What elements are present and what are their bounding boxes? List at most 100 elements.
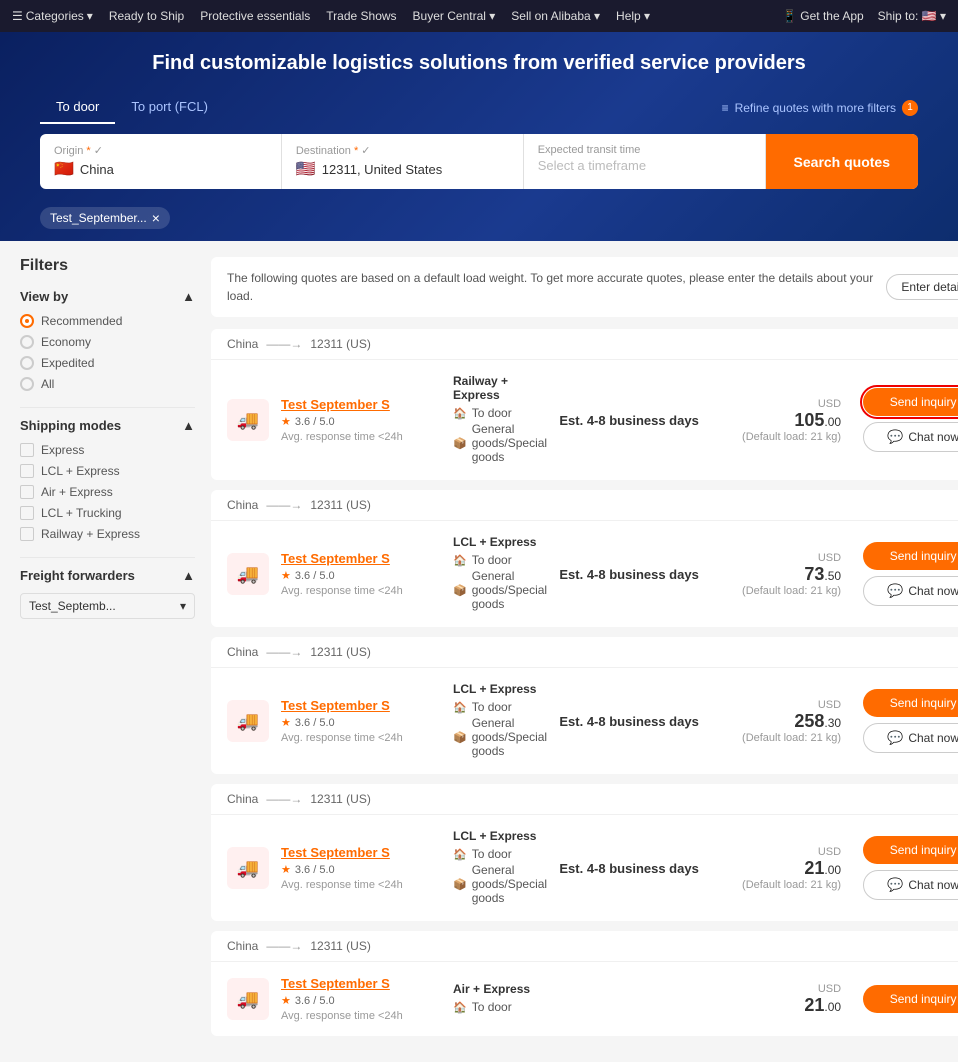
origin-flag: 🇨🇳 bbox=[54, 159, 74, 179]
route-arrow-2: ——→ bbox=[266, 645, 302, 659]
provider-info-2: Test September S ★ 3.6 / 5.0 Avg. respon… bbox=[281, 698, 441, 744]
freight-forwarders-header: Freight forwarders ▲ bbox=[20, 568, 195, 583]
price-info-0: USD 105.00 (Default load: 21 kg) bbox=[711, 398, 841, 443]
provider-info-1: Test September S ★ 3.6 / 5.0 Avg. respon… bbox=[281, 551, 441, 597]
transit-placeholder: Select a timeframe bbox=[538, 158, 646, 173]
refine-quotes-btn[interactable]: ≡ Refine quotes with more filters 1 bbox=[722, 100, 918, 116]
send-inquiry-button-0[interactable]: Send inquiry bbox=[863, 388, 958, 416]
provider-name-0[interactable]: Test September S bbox=[281, 397, 441, 412]
price-info-4: USD 21.00 bbox=[711, 983, 841, 1016]
send-inquiry-button-3[interactable]: Send inquiry bbox=[863, 836, 958, 864]
tabs-row: To door To port (FCL) ≡ Refine quotes wi… bbox=[0, 91, 958, 124]
route-header-1: China ——→ 12311 (US) bbox=[211, 490, 958, 521]
star-icon: ★ bbox=[281, 569, 291, 582]
send-inquiry-button-4[interactable]: Send inquiry bbox=[863, 985, 958, 1013]
price-main-4: 21.00 bbox=[711, 995, 841, 1016]
provider-rating-4: ★ 3.6 / 5.0 bbox=[281, 994, 441, 1007]
enter-details-button[interactable]: Enter details bbox=[886, 274, 958, 300]
nav-buyer-central[interactable]: Buyer Central ▾ bbox=[413, 9, 496, 23]
dest-value: 12311, United States bbox=[322, 162, 442, 177]
freight-forwarder-select[interactable]: Test_Septemb... ▾ bbox=[20, 593, 195, 619]
view-by-all[interactable]: All bbox=[20, 377, 195, 391]
nav-categories[interactable]: ☰ Categories ▾ bbox=[12, 9, 93, 23]
view-by-economy[interactable]: Economy bbox=[20, 335, 195, 349]
chat-button-0[interactable]: 💬 Chat now bbox=[863, 422, 958, 452]
transit-time-field[interactable]: Expected transit time Select a timeframe bbox=[524, 134, 766, 189]
view-by-collapse-icon[interactable]: ▲ bbox=[182, 289, 195, 304]
price-note-3: (Default load: 21 kg) bbox=[711, 879, 841, 891]
transit-info-0: Est. 4-8 business days bbox=[559, 413, 699, 428]
route-header-3: China ——→ 12311 (US) bbox=[211, 784, 958, 815]
checkbox-lcl-express bbox=[20, 464, 34, 478]
price-usd-4: USD bbox=[711, 983, 841, 995]
door-to-2: 🏠 To door bbox=[453, 700, 547, 714]
destination-field[interactable]: Destination * ✓ 🇺🇸 12311, United States bbox=[282, 134, 524, 189]
chat-button-1[interactable]: 💬 Chat now bbox=[863, 576, 958, 606]
nav-protective[interactable]: Protective essentials bbox=[200, 9, 310, 23]
door-to-4: 🏠 To door bbox=[453, 1000, 547, 1014]
filter-tag-0[interactable]: Test_September... × bbox=[40, 207, 170, 229]
provider-name-1[interactable]: Test September S bbox=[281, 551, 441, 566]
mode-railway-express[interactable]: Railway + Express bbox=[20, 527, 195, 541]
price-usd-0: USD bbox=[711, 398, 841, 410]
route-from-0: China bbox=[227, 337, 258, 351]
filter-tag-label: Test_September... bbox=[50, 211, 147, 225]
price-info-3: USD 21.00 (Default load: 21 kg) bbox=[711, 846, 841, 891]
info-banner-text: The following quotes are based on a defa… bbox=[227, 269, 874, 305]
ship-to[interactable]: Ship to: 🇺🇸 ▾ bbox=[878, 9, 946, 23]
transit-days-0: Est. 4-8 business days bbox=[559, 413, 699, 428]
refine-label: Refine quotes with more filters bbox=[735, 101, 896, 115]
ff-collapse-icon[interactable]: ▲ bbox=[182, 568, 195, 583]
door-icon: 🏠 bbox=[453, 1001, 467, 1014]
provider-name-2[interactable]: Test September S bbox=[281, 698, 441, 713]
nav-help[interactable]: Help ▾ bbox=[616, 9, 650, 23]
transit-days-3: Est. 4-8 business days bbox=[559, 861, 699, 876]
price-cents-3: .00 bbox=[824, 863, 841, 877]
chat-button-2[interactable]: 💬 Chat now bbox=[863, 723, 958, 753]
search-quotes-button[interactable]: Search quotes bbox=[766, 134, 918, 189]
send-inquiry-button-1[interactable]: Send inquiry bbox=[863, 542, 958, 570]
transit-info-1: Est. 4-8 business days bbox=[559, 567, 699, 582]
actions-4: Send inquiry bbox=[853, 985, 958, 1013]
provider-rating-0: ★ 3.6 / 5.0 bbox=[281, 415, 441, 428]
route-to-4: 12311 (US) bbox=[310, 939, 370, 953]
checkbox-lcl-trucking bbox=[20, 506, 34, 520]
shipping-modes-collapse-icon[interactable]: ▲ bbox=[182, 418, 195, 433]
transit-label: Expected transit time bbox=[538, 144, 751, 156]
ff-chevron-icon: ▾ bbox=[180, 599, 186, 613]
origin-field[interactable]: Origin * ✓ 🇨🇳 China bbox=[40, 134, 282, 189]
price-note-0: (Default load: 21 kg) bbox=[711, 431, 841, 443]
search-bar: Origin * ✓ 🇨🇳 China Destination * ✓ 🇺🇸 1… bbox=[40, 134, 918, 189]
view-by-section: View by ▲ Recommended Economy Expedited … bbox=[20, 289, 195, 391]
route-to-3: 12311 (US) bbox=[310, 792, 370, 806]
send-inquiry-button-2[interactable]: Send inquiry bbox=[863, 689, 958, 717]
remove-filter-tag-icon[interactable]: × bbox=[152, 210, 160, 226]
mode-air-express[interactable]: Air + Express bbox=[20, 485, 195, 499]
route-arrow-3: ——→ bbox=[266, 792, 302, 806]
rating-value-2: 3.6 / 5.0 bbox=[295, 717, 335, 729]
mode-lcl-trucking[interactable]: LCL + Trucking bbox=[20, 506, 195, 520]
tab-to-port[interactable]: To port (FCL) bbox=[115, 91, 224, 124]
provider-name-3[interactable]: Test September S bbox=[281, 845, 441, 860]
provider-info-0: Test September S ★ 3.6 / 5.0 Avg. respon… bbox=[281, 397, 441, 443]
goods-label-0: General goods/Special goods bbox=[472, 422, 547, 464]
nav-sell[interactable]: Sell on Alibaba ▾ bbox=[511, 9, 600, 23]
nav-ready-to-ship[interactable]: Ready to Ship bbox=[109, 9, 184, 23]
chat-button-3[interactable]: 💬 Chat now bbox=[863, 870, 958, 900]
nav-trade-shows[interactable]: Trade Shows bbox=[326, 9, 396, 23]
filter-tags-row: Test_September... × bbox=[0, 199, 958, 241]
door-icon: 🏠 bbox=[453, 848, 467, 861]
view-by-recommended[interactable]: Recommended bbox=[20, 314, 195, 328]
get-the-app[interactable]: 📱 Get the App bbox=[782, 9, 864, 23]
shipping-info-3: LCL + Express 🏠 To door 📦General goods/S… bbox=[453, 829, 547, 907]
tab-to-door[interactable]: To door bbox=[40, 91, 115, 124]
radio-expedited bbox=[20, 356, 34, 370]
route-from-4: China bbox=[227, 939, 258, 953]
rating-value-0: 3.6 / 5.0 bbox=[295, 416, 335, 428]
radio-all bbox=[20, 377, 34, 391]
mode-lcl-express[interactable]: LCL + Express bbox=[20, 464, 195, 478]
mode-express[interactable]: Express bbox=[20, 443, 195, 457]
price-note-1: (Default load: 21 kg) bbox=[711, 585, 841, 597]
view-by-expedited[interactable]: Expedited bbox=[20, 356, 195, 370]
provider-name-4[interactable]: Test September S bbox=[281, 976, 441, 991]
